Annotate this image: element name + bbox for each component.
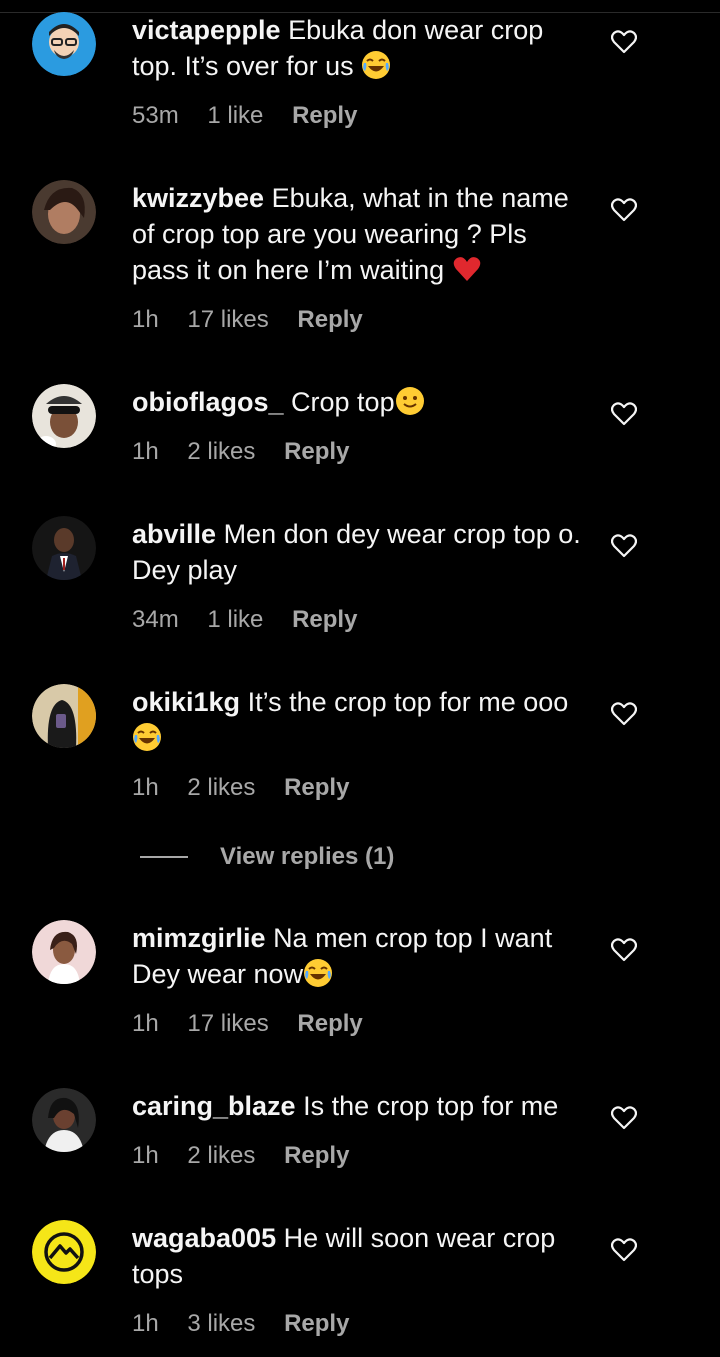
comment-username[interactable]: wagaba005 [132,1223,276,1253]
view-replies-button[interactable]: View replies (1) [220,843,394,871]
comment-time: 1h [132,306,159,333]
reply-button[interactable]: Reply [292,102,357,129]
comment-likes[interactable]: 3 likes [187,1310,255,1337]
comment-username[interactable]: kwizzybee [132,183,264,213]
comment-username[interactable]: obioflagos_ [132,387,284,417]
avatar[interactable] [32,920,96,984]
comment-likes[interactable]: 1 like [207,102,263,129]
avatar[interactable] [32,1220,96,1284]
reply-button[interactable]: Reply [284,1310,349,1337]
red-heart-emoji-icon [453,257,480,281]
view-replies-line [140,856,188,858]
avatar[interactable] [32,516,96,580]
reply-button[interactable]: Reply [284,774,349,801]
reply-button[interactable]: Reply [292,606,357,633]
comment-username[interactable]: caring_blaze [132,1091,296,1121]
comment-username[interactable]: okiki1kg [132,687,240,717]
heart-outline-icon[interactable] [611,402,637,426]
comment-text: Crop top [291,387,395,417]
comment-meta: 1h 2 likes Reply [132,1142,371,1170]
comment-meta: 34m 1 like Reply [132,606,379,634]
avatar[interactable] [32,12,96,76]
heart-outline-icon[interactable] [611,30,637,54]
avatar[interactable] [32,384,96,448]
heart-outline-icon[interactable] [611,534,637,558]
reply-button[interactable]: Reply [284,438,349,465]
slight-smile-emoji-icon [395,387,424,415]
comment-time: 1h [132,1310,159,1337]
heart-outline-icon[interactable] [611,1106,637,1130]
heart-outline-icon[interactable] [611,198,637,222]
comment-time: 1h [132,438,159,465]
avatar[interactable] [32,684,96,748]
reply-button[interactable]: Reply [297,306,362,333]
comment-time: 53m [132,102,179,129]
comment-meta: 1h 3 likes Reply [132,1310,371,1338]
comment-time: 1h [132,1142,159,1169]
laughing-crying-emoji-icon [362,51,391,79]
comment-likes[interactable]: 2 likes [187,1142,255,1169]
comment-time: 1h [132,1010,159,1037]
reply-button[interactable]: Reply [297,1010,362,1037]
comment-likes[interactable]: 17 likes [187,1010,268,1037]
comment-meta: 53m 1 like Reply [132,102,379,130]
heart-outline-icon[interactable] [611,702,637,726]
avatar[interactable] [32,1088,96,1152]
comment-likes[interactable]: 17 likes [187,306,268,333]
comment-username[interactable]: victapepple [132,15,281,45]
reply-button[interactable]: Reply [284,1142,349,1169]
comment-text: Is the crop top for me [303,1091,559,1121]
comment-likes[interactable]: 1 like [207,606,263,633]
comment-meta: 1h 2 likes Reply [132,774,371,802]
comment-username[interactable]: mimzgirlie [132,923,266,953]
comment-time: 1h [132,774,159,801]
heart-outline-icon[interactable] [611,1238,637,1262]
comment-time: 34m [132,606,179,633]
comment-likes[interactable]: 2 likes [187,774,255,801]
laughing-crying-emoji-icon [304,959,333,987]
comment-meta: 1h 2 likes Reply [132,438,371,466]
laughing-crying-emoji-icon [133,723,161,751]
comment-likes[interactable]: 2 likes [187,438,255,465]
comment-text: It’s the crop top for me ooo [247,687,569,717]
comment-username[interactable]: abville [132,519,216,549]
comment-meta: 1h 17 likes Reply [132,306,385,334]
comment-meta: 1h 17 likes Reply [132,1010,385,1038]
avatar[interactable] [32,180,96,244]
heart-outline-icon[interactable] [611,938,637,962]
